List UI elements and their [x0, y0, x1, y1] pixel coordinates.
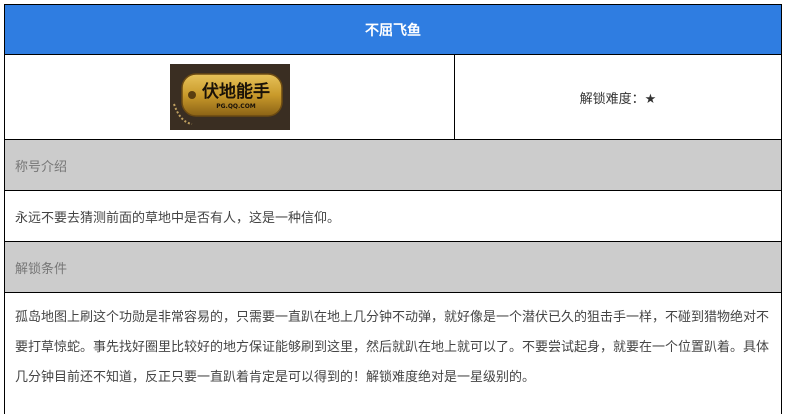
- badge-sub-text: PG.QQ.COM: [216, 103, 256, 110]
- achievement-table: 不屈飞鱼 伏地能手 PG.QQ.COM 解锁难度：★ 称号介绍 永远不要去猜测前…: [4, 4, 782, 414]
- intro-heading: 称号介绍: [5, 140, 781, 191]
- unlock-difficulty: 解锁难度：★: [579, 91, 657, 107]
- badge-cell: 伏地能手 PG.QQ.COM: [5, 55, 455, 139]
- intro-text: 永远不要去猜测前面的草地中是否有人，这是一种信仰。: [5, 191, 781, 242]
- unlock-text: 孤岛地图上刷这个功勋是非常容易的，只需要一直趴在地上几分钟不动弹，就好像是一个潜…: [15, 310, 770, 385]
- achievement-title: 不屈飞鱼: [5, 5, 781, 55]
- image-row: 伏地能手 PG.QQ.COM 解锁难度：★: [5, 55, 781, 140]
- dog-tag-icon: 伏地能手 PG.QQ.COM: [169, 64, 290, 130]
- dog-tag-badge-image: 伏地能手 PG.QQ.COM: [169, 64, 290, 130]
- badge-main-text: 伏地能手: [202, 81, 270, 102]
- unlock-heading: 解锁条件: [5, 242, 781, 293]
